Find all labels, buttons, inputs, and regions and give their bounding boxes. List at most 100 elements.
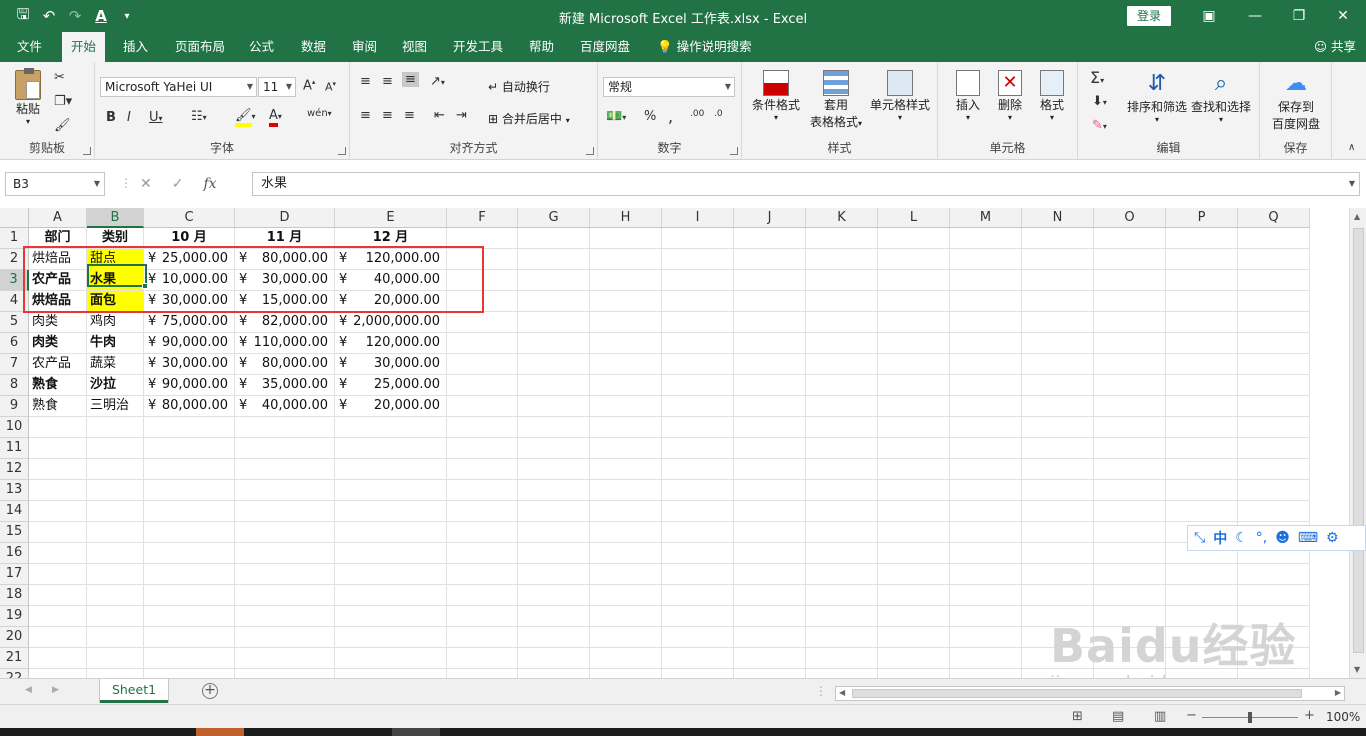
clear-icon[interactable]: ✎▾	[1092, 118, 1107, 133]
decrease-decimal-icon[interactable]: .0	[714, 109, 723, 119]
tab-view[interactable]: 视图	[393, 32, 436, 62]
empty-cell[interactable]	[335, 543, 447, 564]
tab-help[interactable]: 帮助	[520, 32, 563, 62]
empty-cell[interactable]	[447, 501, 518, 522]
empty-cell[interactable]	[878, 459, 950, 480]
empty-cell[interactable]	[1022, 228, 1094, 249]
empty-cell[interactable]	[1094, 522, 1166, 543]
empty-cell[interactable]	[29, 627, 87, 648]
empty-cell[interactable]	[1166, 585, 1238, 606]
empty-cell[interactable]	[447, 312, 518, 333]
cell-department[interactable]: 熟食	[29, 396, 87, 417]
empty-cell[interactable]	[87, 648, 144, 669]
empty-cell[interactable]	[1166, 354, 1238, 375]
empty-cell[interactable]	[806, 648, 878, 669]
empty-cell[interactable]	[806, 375, 878, 396]
login-button[interactable]: 登录	[1127, 6, 1171, 26]
empty-cell[interactable]	[144, 606, 235, 627]
empty-cell[interactable]	[235, 459, 335, 480]
format-painter-icon[interactable]: 🖌	[54, 118, 71, 133]
empty-cell[interactable]	[87, 501, 144, 522]
align-left-icon[interactable]: ≡	[360, 108, 371, 123]
empty-cell[interactable]	[662, 417, 734, 438]
cell-category[interactable]: 蔬菜	[87, 354, 144, 375]
align-right-icon[interactable]: ≡	[404, 108, 415, 123]
empty-cell[interactable]	[734, 312, 806, 333]
empty-cell[interactable]	[878, 375, 950, 396]
empty-cell[interactable]	[950, 627, 1022, 648]
empty-cell[interactable]	[806, 270, 878, 291]
empty-cell[interactable]	[734, 648, 806, 669]
empty-cell[interactable]	[518, 228, 590, 249]
merge-center-button[interactable]: ⊞ 合并后居中 ▾	[488, 110, 570, 127]
empty-cell[interactable]	[1094, 375, 1166, 396]
empty-cell[interactable]	[590, 606, 662, 627]
empty-cell[interactable]	[1238, 375, 1310, 396]
cell-department[interactable]: 熟食	[29, 375, 87, 396]
empty-cell[interactable]	[518, 522, 590, 543]
wrap-text-button[interactable]: ↵ 自动换行	[488, 78, 550, 95]
cell-department[interactable]: 农产品	[29, 354, 87, 375]
tab-page-layout[interactable]: 页面布局	[166, 32, 234, 62]
empty-cell[interactable]	[662, 522, 734, 543]
empty-cell[interactable]	[1094, 501, 1166, 522]
empty-cell[interactable]	[662, 312, 734, 333]
add-sheet-icon[interactable]: +	[202, 683, 218, 699]
empty-cell[interactable]	[1022, 438, 1094, 459]
cell-amount[interactable]: ¥25,000.00	[335, 375, 447, 396]
empty-cell[interactable]	[662, 480, 734, 501]
save-icon[interactable]: 🖫	[10, 5, 36, 27]
empty-cell[interactable]	[1166, 333, 1238, 354]
empty-cell[interactable]	[1022, 312, 1094, 333]
empty-cell[interactable]	[29, 648, 87, 669]
empty-cell[interactable]	[1238, 312, 1310, 333]
empty-cell[interactable]	[447, 333, 518, 354]
empty-cell[interactable]	[447, 648, 518, 669]
empty-cell[interactable]	[1022, 543, 1094, 564]
empty-cell[interactable]	[806, 522, 878, 543]
select-all-corner[interactable]	[0, 208, 29, 228]
empty-cell[interactable]	[878, 501, 950, 522]
collapse-ribbon-icon[interactable]: ∧	[1348, 142, 1355, 153]
empty-cell[interactable]	[235, 417, 335, 438]
empty-cell[interactable]	[518, 543, 590, 564]
insert-cells-button[interactable]: 插入 ▾	[948, 70, 988, 122]
empty-cell[interactable]	[878, 333, 950, 354]
empty-cell[interactable]	[1022, 522, 1094, 543]
empty-cell[interactable]	[144, 438, 235, 459]
empty-cell[interactable]	[1022, 459, 1094, 480]
empty-cell[interactable]	[950, 333, 1022, 354]
empty-cell[interactable]	[447, 585, 518, 606]
empty-cell[interactable]	[878, 312, 950, 333]
zoom-in-icon[interactable]: +	[1304, 708, 1315, 723]
empty-cell[interactable]	[335, 480, 447, 501]
empty-cell[interactable]	[447, 438, 518, 459]
empty-cell[interactable]	[734, 396, 806, 417]
empty-cell[interactable]	[1166, 375, 1238, 396]
decrease-indent-icon[interactable]: ⇤	[434, 108, 445, 123]
empty-cell[interactable]	[447, 522, 518, 543]
align-top-icon[interactable]: ≡	[360, 74, 371, 89]
alignment-launcher-icon[interactable]	[586, 147, 594, 155]
empty-cell[interactable]	[734, 333, 806, 354]
empty-cell[interactable]	[878, 543, 950, 564]
row-header-5[interactable]: 5	[0, 312, 29, 333]
empty-cell[interactable]	[950, 522, 1022, 543]
cell-amount[interactable]: ¥35,000.00	[235, 375, 335, 396]
row-header-15[interactable]: 15	[0, 522, 29, 543]
empty-cell[interactable]	[1094, 543, 1166, 564]
empty-cell[interactable]	[1022, 585, 1094, 606]
next-sheet-icon[interactable]: ▶	[52, 685, 59, 695]
undo-icon[interactable]: ↶	[36, 5, 62, 27]
empty-cell[interactable]	[662, 228, 734, 249]
column-header-h[interactable]: H	[590, 208, 662, 228]
empty-cell[interactable]	[29, 564, 87, 585]
empty-cell[interactable]	[1022, 354, 1094, 375]
redo-icon[interactable]: ↷	[62, 5, 88, 27]
scroll-down-icon[interactable]: ▼	[1354, 665, 1360, 674]
cell-amount[interactable]: ¥75,000.00	[144, 312, 235, 333]
empty-cell[interactable]	[590, 564, 662, 585]
empty-cell[interactable]	[590, 417, 662, 438]
delete-cells-button[interactable]: ✕ 删除 ▾	[990, 70, 1030, 122]
empty-cell[interactable]	[806, 417, 878, 438]
